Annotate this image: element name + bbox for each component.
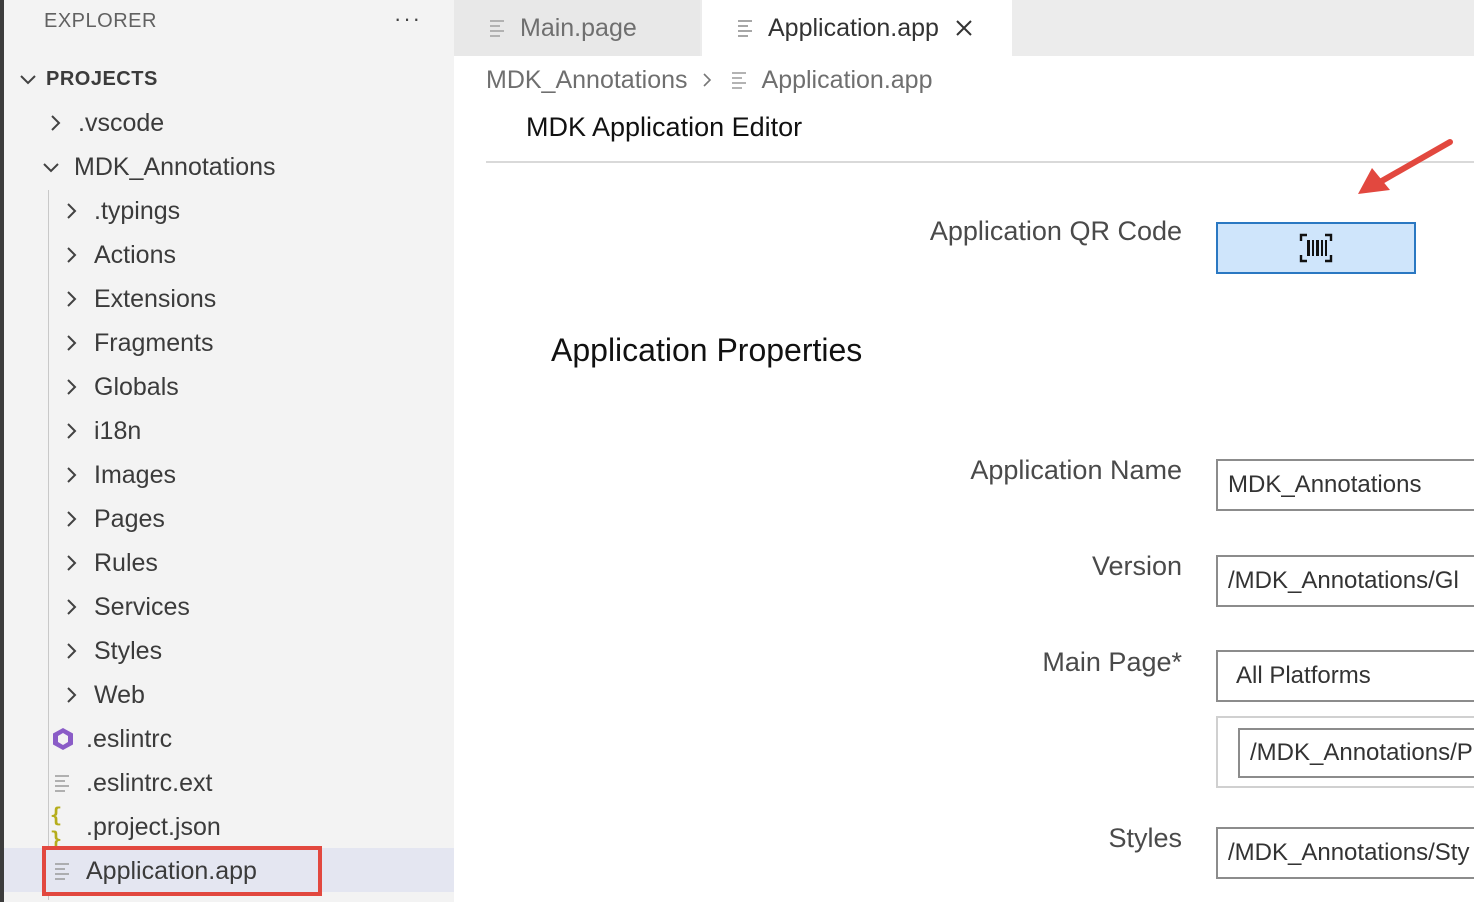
main-page-value-group: /MDK_Annotations/P — [1216, 716, 1474, 788]
tree-item-label: MDK_Annotations — [74, 152, 276, 181]
platform-select[interactable]: All Platforms — [1216, 650, 1474, 702]
tree-item-label: Web — [94, 680, 145, 709]
tree-item-typings[interactable]: .typings — [60, 189, 180, 233]
text-file-icon — [50, 770, 76, 796]
tab-application-app[interactable]: Application.app — [702, 0, 1012, 56]
editor-tab-bar: Main.page Application.app — [454, 0, 1474, 56]
chevron-right-icon — [67, 203, 77, 219]
explorer-title: EXPLORER — [44, 10, 157, 32]
chevron-right-icon — [67, 379, 77, 395]
breadcrumb: MDK_Annotations Application.app — [486, 62, 932, 98]
tree-item-mdk-annotations[interactable]: MDK_Annotations — [40, 145, 276, 189]
breadcrumb-folder[interactable]: MDK_Annotations — [486, 66, 688, 95]
tab-label: Main.page — [520, 13, 637, 42]
tree-item-extensions[interactable]: Extensions — [60, 277, 216, 321]
tree-item-globals[interactable]: Globals — [60, 365, 179, 409]
tree-item-label: i18n — [94, 416, 142, 445]
chevron-right-icon — [67, 291, 77, 307]
tree-item-label: Styles — [94, 636, 163, 665]
eslint-icon — [50, 726, 76, 752]
chevron-right-icon — [67, 247, 77, 263]
tree-item-services[interactable]: Services — [60, 585, 190, 629]
highlight-annotation-box — [42, 846, 322, 896]
chevron-down-icon — [20, 75, 36, 85]
tree-item-label: Services — [94, 592, 190, 621]
text-file-icon — [490, 20, 504, 37]
chevron-right-icon — [67, 555, 77, 571]
explorer-sidebar: EXPLORER ··· PROJECTS .vscode MDK_Annota… — [4, 0, 454, 902]
styles-label: Styles — [1108, 823, 1182, 853]
tree-item-label: Rules — [94, 548, 158, 577]
tab-main-page[interactable]: Main.page — [454, 0, 700, 56]
tree-item-styles[interactable]: Styles — [60, 629, 162, 673]
annotation-arrow-icon — [1358, 139, 1453, 194]
tree-item-eslintrc-ext[interactable]: .eslintrc.ext — [50, 761, 212, 805]
tab-label: Application.app — [768, 13, 939, 42]
chevron-right-icon — [67, 511, 77, 527]
section-title: Application Properties — [551, 332, 863, 368]
chevron-right-icon — [67, 599, 77, 615]
tree-item-rules[interactable]: Rules — [60, 541, 158, 585]
tree-item-images[interactable]: Images — [60, 453, 176, 497]
tree-item-i18n[interactable]: i18n — [60, 409, 141, 453]
chevron-right-icon — [67, 643, 77, 659]
tree-item-label: Actions — [94, 240, 176, 269]
tree-item-label: Images — [94, 460, 176, 489]
chevron-right-icon — [51, 115, 61, 131]
ellipsis-icon[interactable]: ··· — [394, 6, 422, 32]
qr-code-label: Application QR Code — [929, 216, 1182, 246]
editor-title: MDK Application Editor — [526, 112, 803, 142]
main-page-input[interactable]: /MDK_Annotations/P — [1238, 728, 1474, 778]
chevron-right-icon — [702, 73, 711, 87]
qr-code-button[interactable] — [1216, 222, 1416, 274]
divider — [486, 161, 1474, 163]
tree-item-web[interactable]: Web — [60, 673, 145, 717]
tree-item-eslintrc[interactable]: .eslintrc — [50, 717, 172, 761]
tree-item-label: .vscode — [78, 108, 165, 137]
projects-section-header[interactable]: PROJECTS — [16, 64, 158, 94]
tree-item-label: .eslintrc — [86, 724, 173, 753]
breadcrumb-file[interactable]: Application.app — [762, 66, 933, 95]
tree-item-fragments[interactable]: Fragments — [60, 321, 213, 365]
tree-item-label: .typings — [94, 196, 181, 225]
tree-item-label: .project.json — [86, 812, 221, 841]
text-file-icon — [738, 20, 752, 37]
chevron-right-icon — [67, 335, 77, 351]
json-file-icon: { } — [50, 803, 63, 851]
styles-input[interactable]: /MDK_Annotations/Sty — [1216, 827, 1474, 879]
tree-item-vscode[interactable]: .vscode — [44, 101, 164, 145]
version-label: Version — [1091, 551, 1182, 581]
app-name-label: Application Name — [970, 455, 1182, 485]
tree-item-label: Fragments — [94, 328, 214, 357]
tree-item-label: .eslintrc.ext — [86, 768, 213, 797]
version-input[interactable]: /MDK_Annotations/Gl — [1216, 555, 1474, 607]
tree-item-pages[interactable]: Pages — [60, 497, 165, 541]
close-icon[interactable] — [953, 17, 975, 39]
tree-item-label: Globals — [94, 372, 179, 401]
text-file-icon — [731, 72, 746, 89]
chevron-right-icon — [67, 687, 77, 703]
chevron-right-icon — [67, 467, 77, 483]
barcode-icon — [1299, 233, 1333, 263]
chevron-right-icon — [67, 423, 77, 439]
tree-item-label: Extensions — [94, 284, 217, 313]
tree-item-project-json[interactable]: { } .project.json — [50, 803, 221, 851]
tree-item-actions[interactable]: Actions — [60, 233, 176, 277]
main-page-label: Main Page* — [1042, 647, 1182, 677]
app-name-input[interactable]: MDK_Annotations — [1216, 459, 1474, 511]
tree-item-label: Pages — [94, 504, 165, 533]
section-label: PROJECTS — [46, 67, 158, 90]
indent-guide — [48, 190, 49, 900]
chevron-down-icon — [43, 163, 59, 173]
